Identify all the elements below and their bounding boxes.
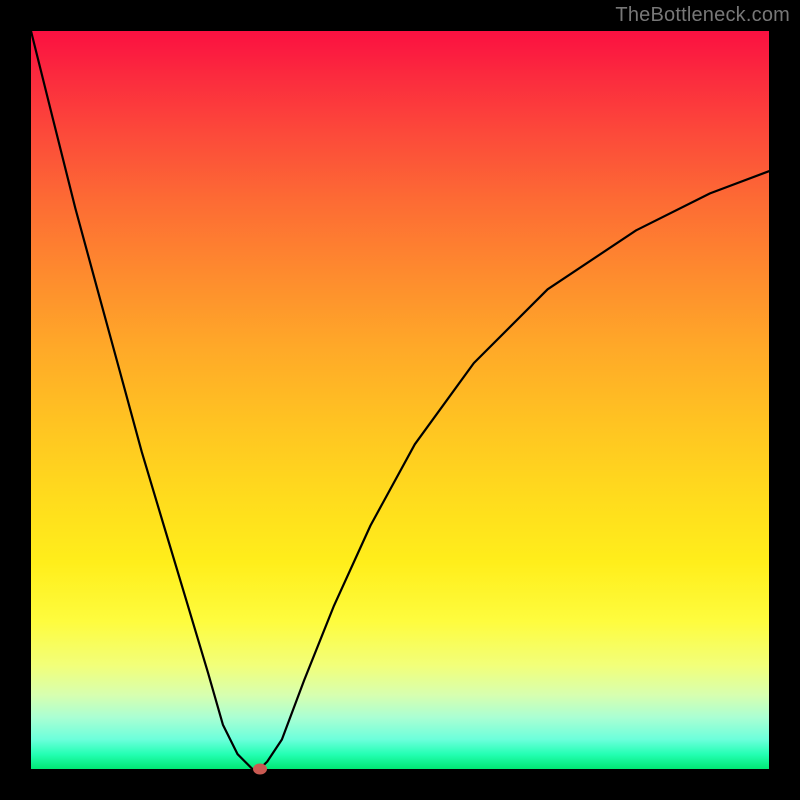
chart-frame: TheBottleneck.com <box>0 0 800 800</box>
optimum-marker <box>253 764 267 775</box>
plot-area <box>31 31 769 769</box>
bottleneck-curve <box>31 31 769 769</box>
watermark-text: TheBottleneck.com <box>615 4 790 27</box>
